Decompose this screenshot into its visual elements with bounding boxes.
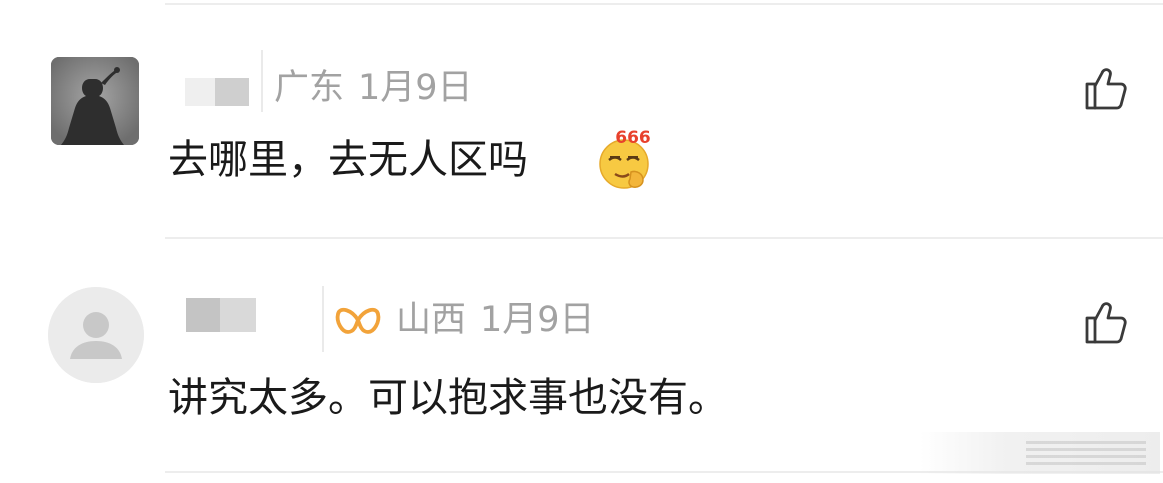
emoji-666-text: 666: [615, 128, 651, 148]
top-divider: [165, 3, 1163, 5]
user-avatar[interactable]: [48, 287, 144, 383]
like-button[interactable]: [1080, 62, 1132, 114]
comment-date: 1月9日: [480, 300, 595, 340]
location-label: 广东: [274, 68, 345, 108]
watermark: [920, 432, 1160, 474]
orange-loop-badge-icon: [334, 300, 382, 340]
comment-text-body: 去哪里，去无人区吗: [168, 137, 528, 183]
like-button[interactable]: [1080, 296, 1132, 348]
user-avatar[interactable]: [51, 57, 139, 145]
location-label: 山西: [396, 300, 467, 340]
default-user-avatar-icon: [48, 287, 144, 383]
comment-date: 1月9日: [358, 68, 473, 108]
username-masked[interactable]: [167, 50, 263, 112]
username-masked[interactable]: [166, 286, 326, 352]
666-emoji-icon: 666: [597, 126, 655, 190]
comment-divider: [165, 237, 1163, 239]
comment-text-body: 讲究太多。可以抱求事也没有。: [168, 375, 728, 421]
comment-text: 去哪里，去无人区吗: [168, 135, 528, 185]
comment-meta: 山西 1月9日: [396, 300, 595, 340]
thumbs-up-icon: [1085, 302, 1127, 344]
silhouette-avatar-image: [51, 57, 139, 145]
comment-meta: 广东 1月9日: [274, 68, 473, 108]
comment-text: 讲究太多。可以抱求事也没有。: [168, 373, 728, 423]
thumbs-up-icon: [1085, 68, 1127, 110]
watermark-lines: [1026, 441, 1146, 465]
